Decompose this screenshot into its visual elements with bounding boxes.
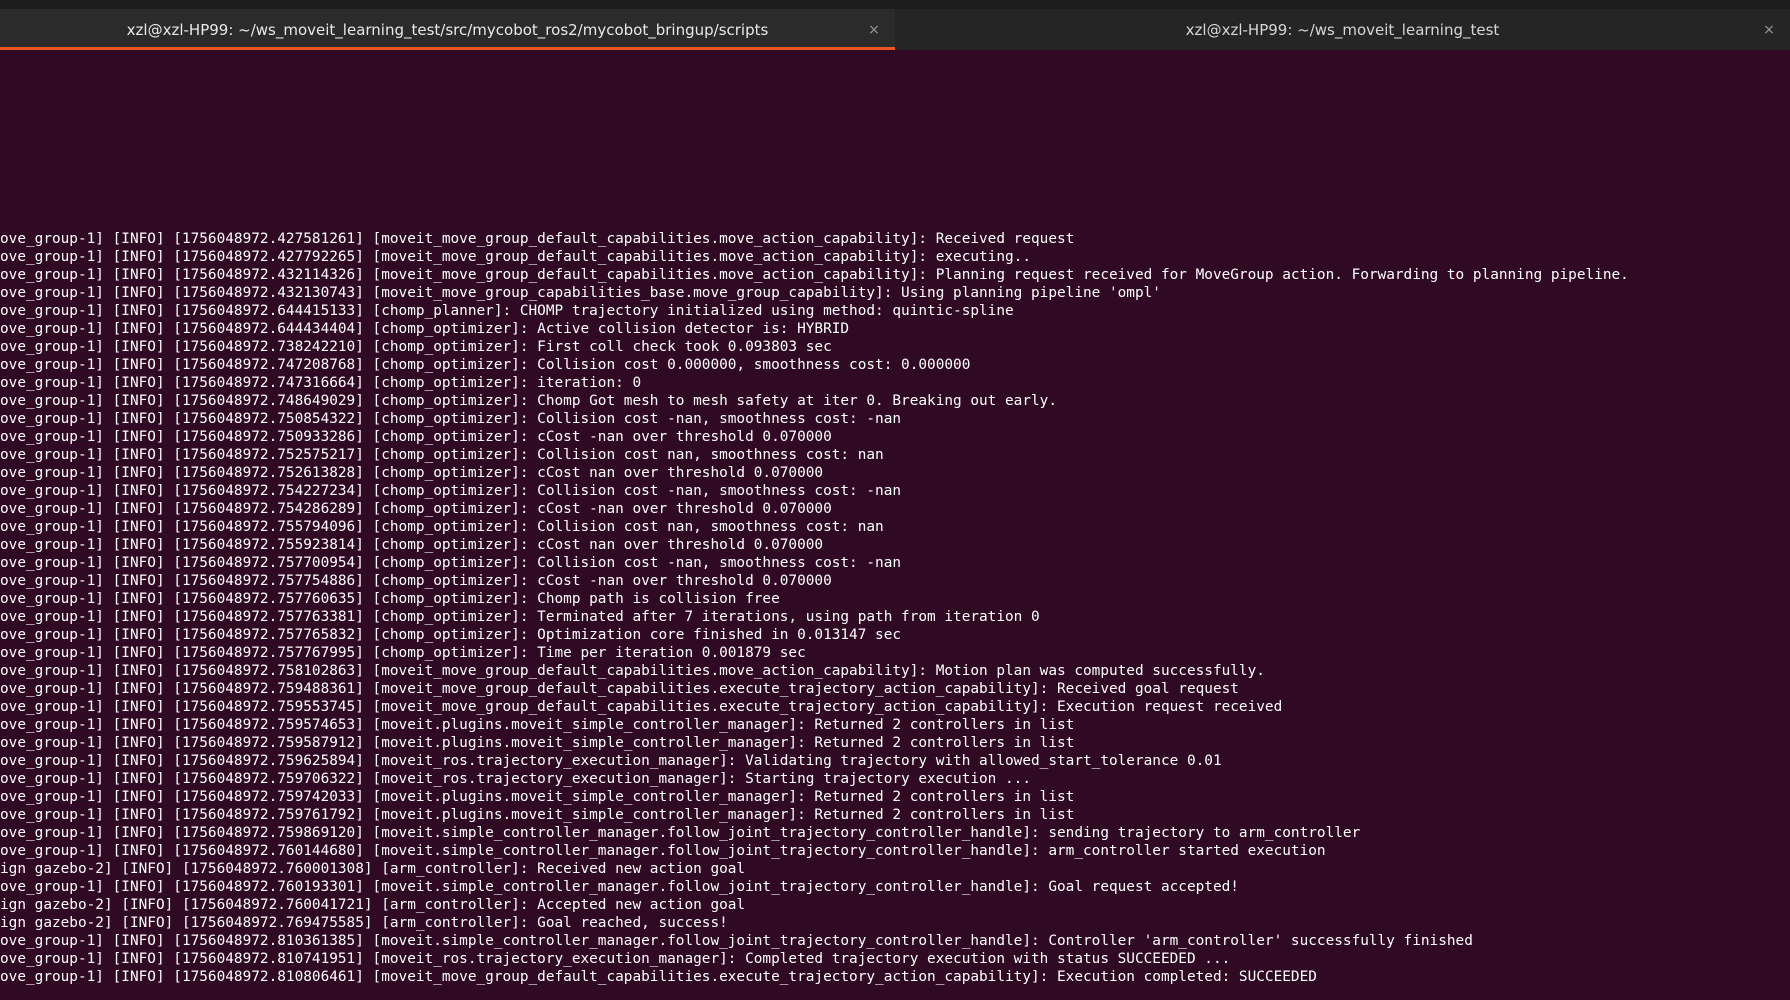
log-line: ove_group-1] [INFO] [1756048972.75770095… [0,555,902,571]
log-line: ove_group-1] [INFO] [1756048972.75775488… [0,573,832,589]
log-line: ove_group-1] [INFO] [1756048972.81036138… [0,933,1473,949]
log-line: ove_group-1] [INFO] [1756048972.42758126… [0,231,1075,247]
close-icon[interactable]: × [1760,21,1778,39]
tab-title: xzl@xzl-HP99: ~/ws_moveit_learning_test/… [126,20,769,39]
log-line: ove_group-1] [INFO] [1756048972.75957465… [0,717,1075,733]
log-line: ove_group-1] [INFO] [1756048972.75093328… [0,429,832,445]
log-line: ove_group-1] [INFO] [1756048972.76014468… [0,843,1326,859]
log-line: ove_group-1] [INFO] [1756048972.75958791… [0,735,1075,751]
log-line: ove_group-1] [INFO] [1756048972.75776583… [0,627,902,643]
log-line: ove_group-1] [INFO] [1756048972.75955374… [0,699,1283,715]
log-line: ign gazebo-2] [INFO] [1756048972.7600417… [0,897,746,913]
log-line: ove_group-1] [INFO] [1756048972.64443440… [0,321,850,337]
log-line: ign gazebo-2] [INFO] [1756048972.7600013… [0,861,746,877]
log-line: ove_group-1] [INFO] [1756048972.75422723… [0,483,902,499]
log-line: ove_group-1] [INFO] [1756048972.75085432… [0,411,902,427]
log-line: ove_group-1] [INFO] [1756048972.75986912… [0,825,1361,841]
log-line: ign gazebo-2] [INFO] [1756048972.7694755… [0,915,728,931]
log-line: ove_group-1] [INFO] [1756048972.74731666… [0,375,642,391]
tab-title: xzl@xzl-HP99: ~/ws_moveit_learning_test [1185,20,1500,39]
log-line: ove_group-1] [INFO] [1756048972.75776063… [0,591,780,607]
log-line: ove_group-1] [INFO] [1756048972.75970632… [0,771,1032,787]
log-line: ove_group-1] [INFO] [1756048972.64441513… [0,303,1014,319]
log-line: ove_group-1] [INFO] [1756048972.73824221… [0,339,832,355]
window-top-strip [0,0,1790,9]
terminal-window: xzl@xzl-HP99: ~/ws_moveit_learning_test/… [0,0,1790,1000]
log-line: ove_group-1] [INFO] [1756048972.43211432… [0,267,1629,283]
log-line: ove_group-1] [INFO] [1756048972.74720876… [0,357,971,373]
log-line: ove_group-1] [INFO] [1756048972.76019330… [0,879,1239,895]
tab-bar: xzl@xzl-HP99: ~/ws_moveit_learning_test/… [0,9,1790,50]
log-output: ove_group-1] [INFO] [1756048972.42758126… [0,230,1790,986]
terminal-output[interactable]: ove_group-1] [INFO] [1756048972.42758126… [0,50,1790,1000]
log-line: ove_group-1] [INFO] [1756048972.81080646… [0,969,1317,985]
log-line: ove_group-1] [INFO] [1756048972.75976179… [0,807,1075,823]
log-line: ove_group-1] [INFO] [1756048972.75592381… [0,537,824,553]
log-line: ove_group-1] [INFO] [1756048972.75974203… [0,789,1075,805]
log-line: ove_group-1] [INFO] [1756048972.75428628… [0,501,832,517]
log-line: ove_group-1] [INFO] [1756048972.75257521… [0,447,884,463]
tab-workspace[interactable]: xzl@xzl-HP99: ~/ws_moveit_learning_test … [895,9,1790,50]
log-line: ove_group-1] [INFO] [1756048972.74864902… [0,393,1057,409]
log-line: ove_group-1] [INFO] [1756048972.81074195… [0,951,1231,967]
log-line: ove_group-1] [INFO] [1756048972.75948836… [0,681,1239,697]
log-line: ove_group-1] [INFO] [1756048972.75261382… [0,465,824,481]
tab-scripts[interactable]: xzl@xzl-HP99: ~/ws_moveit_learning_test/… [0,9,895,50]
log-line: ove_group-1] [INFO] [1756048972.75776338… [0,609,1040,625]
log-line: ove_group-1] [INFO] [1756048972.43213074… [0,285,1161,301]
log-line: ove_group-1] [INFO] [1756048972.75810286… [0,663,1265,679]
log-line: ove_group-1] [INFO] [1756048972.75776799… [0,645,806,661]
log-line: ove_group-1] [INFO] [1756048972.42779226… [0,249,1032,265]
log-line: ove_group-1] [INFO] [1756048972.75962589… [0,753,1222,769]
close-icon[interactable]: × [865,21,883,39]
log-line: ove_group-1] [INFO] [1756048972.75579409… [0,519,884,535]
